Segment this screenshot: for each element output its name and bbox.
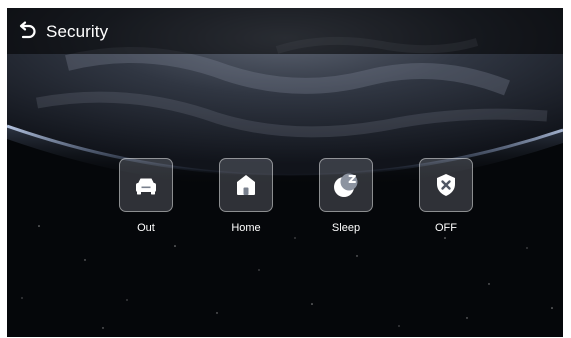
mode-off-button[interactable]: OFF xyxy=(412,158,482,240)
back-button[interactable] xyxy=(13,17,41,45)
mode-off-tile[interactable] xyxy=(419,158,473,212)
mode-sleep-label: Sleep xyxy=(331,222,361,234)
shield-off-icon xyxy=(437,174,455,196)
moon-sleep-icon xyxy=(334,173,358,197)
mode-home-button[interactable]: Home xyxy=(212,158,282,240)
mode-home-label: Home xyxy=(231,222,261,234)
back-arrow-icon xyxy=(19,21,36,39)
mode-out-tile[interactable] xyxy=(119,158,173,212)
house-icon xyxy=(237,175,255,195)
mode-out-button[interactable]: Out xyxy=(112,158,182,240)
mode-home-tile[interactable] xyxy=(219,158,273,212)
security-screen: Security Out Home Sleep OFF xyxy=(7,8,563,337)
mode-sleep-button[interactable]: Sleep xyxy=(312,158,382,240)
page-title: Security xyxy=(46,22,109,41)
car-icon xyxy=(136,178,156,195)
mode-off-label: OFF xyxy=(435,222,457,234)
header-bar: Security xyxy=(7,8,563,54)
mode-sleep-tile[interactable] xyxy=(319,158,373,212)
mode-out-label: Out xyxy=(137,222,155,234)
